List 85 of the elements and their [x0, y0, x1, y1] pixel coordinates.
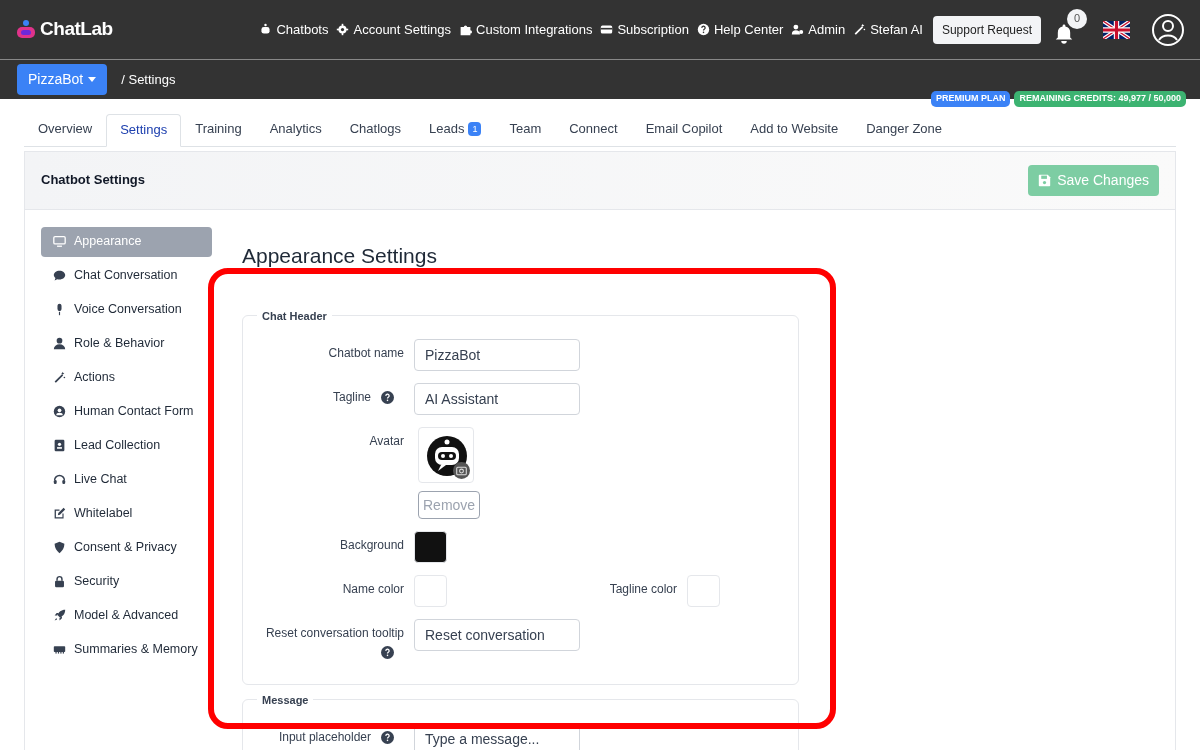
sidebar-item[interactable]: Actions: [41, 362, 212, 393]
tab[interactable]: Email Copilot: [631, 112, 737, 146]
nav-link[interactable]: Stefan AI: [853, 19, 923, 40]
headset-icon: [53, 473, 66, 486]
caret-icon: [88, 77, 97, 82]
card-title: Chatbot Settings: [41, 171, 145, 190]
monitor-icon: [53, 235, 66, 248]
tab[interactable]: Chatlogs: [335, 112, 415, 146]
field-label: Tagline color: [609, 581, 677, 598]
puzzle-icon: [459, 23, 473, 36]
wand-icon: [853, 23, 867, 36]
user-circle-icon: [53, 405, 66, 418]
contact-book-icon: [53, 439, 66, 452]
tab[interactable]: Training: [181, 112, 256, 146]
sidebar-item[interactable]: Voice Conversation: [41, 294, 212, 325]
breadcrumb: / Settings: [121, 70, 176, 89]
text-field[interactable]: AI Assistant: [414, 383, 580, 415]
field-label: Background: [339, 537, 404, 554]
camera-icon[interactable]: [453, 462, 470, 479]
nav-link[interactable]: Chatbots: [259, 19, 329, 40]
sidebar-item[interactable]: Consent & Privacy: [41, 532, 212, 563]
help-icon[interactable]: [381, 730, 394, 744]
plan-badge: REMAINING CREDITS: 49,977 / 50,000: [1014, 91, 1186, 107]
save-icon: [1038, 173, 1052, 187]
logo-icon: [16, 18, 36, 41]
sidebar-item[interactable]: Chat Conversation: [41, 260, 212, 291]
chatbot-selector[interactable]: PizzaBot: [17, 64, 108, 95]
field-label: Name color: [342, 581, 404, 598]
sidebar-item[interactable]: Live Chat: [41, 464, 212, 495]
tab[interactable]: Settings: [106, 113, 182, 147]
shield-icon: [53, 541, 66, 554]
field-label: Chatbot name: [328, 345, 404, 362]
sidebar-item[interactable]: Model & Advanced: [41, 600, 212, 631]
sidebar-item[interactable]: Human Contact Form: [41, 396, 212, 427]
nav-link[interactable]: Custom Integrations: [459, 19, 593, 40]
help-icon[interactable]: [381, 390, 394, 404]
field-label: Tagline: [332, 389, 371, 406]
section-title: Appearance Settings: [242, 242, 438, 269]
user-icon: [53, 337, 66, 350]
edit-icon: [53, 507, 66, 520]
support-request-button[interactable]: Support Request: [932, 15, 1041, 44]
color-swatch[interactable]: [414, 531, 447, 563]
robot-icon: [259, 23, 273, 36]
help-icon[interactable]: [381, 646, 394, 659]
tab[interactable]: Danger Zone: [852, 112, 957, 146]
tab[interactable]: Leads 1: [415, 112, 496, 146]
rocket-icon: [53, 609, 66, 622]
chat-icon: [53, 269, 66, 282]
gear-icon: [336, 23, 350, 36]
tab[interactable]: Analytics: [255, 112, 336, 146]
plan-badge: PREMIUM PLAN: [930, 91, 1011, 107]
nav-link[interactable]: Account Settings: [336, 19, 452, 40]
nav-link[interactable]: Help Center: [696, 19, 784, 40]
nav-link[interactable]: Subscription: [600, 19, 689, 40]
field-label: Avatar: [369, 433, 404, 450]
sidebar-item[interactable]: Security: [41, 566, 212, 597]
nav-link[interactable]: Admin: [791, 19, 846, 40]
tab[interactable]: Add to Website: [736, 112, 853, 146]
memory-icon: [53, 643, 66, 656]
tab[interactable]: Team: [495, 112, 556, 146]
question-icon: [696, 23, 710, 36]
text-field[interactable]: Reset conversation: [414, 619, 580, 651]
tab[interactable]: Overview: [24, 112, 107, 146]
tab[interactable]: Connect: [555, 112, 632, 146]
sidebar-item[interactable]: Lead Collection: [41, 430, 212, 461]
wand-icon: [53, 371, 66, 384]
sidebar-item[interactable]: Summaries & Memory: [41, 634, 212, 665]
flag-icon[interactable]: [1103, 20, 1130, 39]
bell-icon[interactable]: [1053, 22, 1075, 45]
user-gear-icon: [791, 23, 805, 36]
color-swatch[interactable]: [414, 575, 447, 607]
color-swatch[interactable]: [687, 575, 720, 607]
sidebar-item[interactable]: Whitelabel: [41, 498, 212, 529]
user-avatar-icon[interactable]: [1152, 13, 1184, 46]
field-label: Input placeholder: [278, 729, 371, 746]
notification-count: 0: [1067, 8, 1087, 29]
card-icon: [600, 23, 614, 36]
lock-icon: [53, 575, 66, 588]
sidebar-item[interactable]: Role & Behavior: [41, 328, 212, 359]
field-label: Reset conversation tooltip: [265, 625, 404, 642]
robot-avatar-icon: [425, 434, 469, 478]
text-field[interactable]: PizzaBot: [414, 339, 580, 371]
avatar-preview[interactable]: [418, 427, 474, 483]
logo-text: ChatLab: [40, 17, 113, 42]
count-badge: 1: [468, 122, 482, 136]
